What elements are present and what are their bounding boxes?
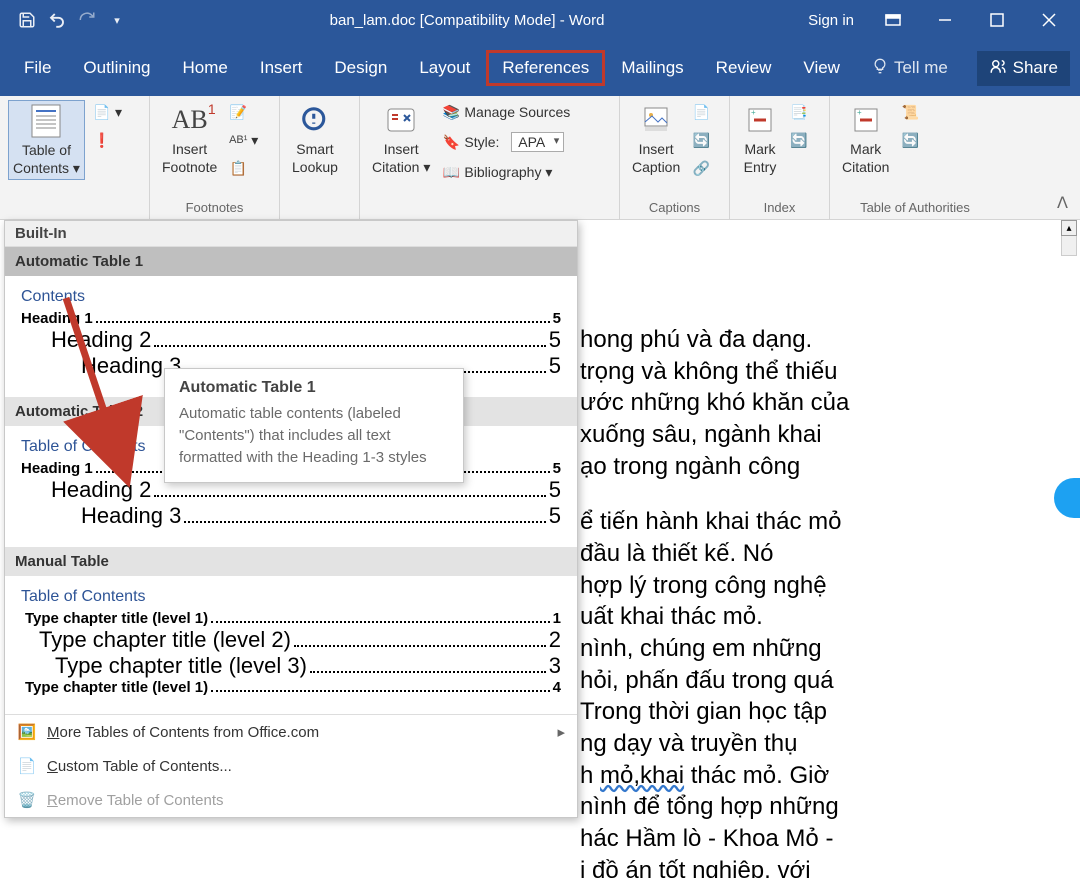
biblio-icon: 📖 xyxy=(442,163,460,181)
manage-sources-icon: 📚 xyxy=(442,103,460,121)
next-footnote-button[interactable]: AB¹▾ xyxy=(229,128,258,152)
tab-view[interactable]: View xyxy=(789,52,854,84)
lookup-icon xyxy=(297,102,333,138)
tab-home[interactable]: Home xyxy=(169,52,242,84)
toc-tooltip: Automatic Table 1 Automatic table conten… xyxy=(164,368,464,483)
show-notes-button[interactable]: 📋 xyxy=(229,156,258,180)
add-text-icon: 📄 xyxy=(93,103,111,121)
toc-gallery-header: Built-In xyxy=(5,221,577,247)
remove-toc-icon: 🗑️ xyxy=(17,790,37,810)
update-toa[interactable]: 🔄 xyxy=(901,128,919,152)
tab-review[interactable]: Review xyxy=(702,52,786,84)
insert-index[interactable]: 📑 xyxy=(790,100,808,124)
lightbulb-icon xyxy=(872,58,888,79)
mark-entry-icon: + xyxy=(742,102,778,138)
scroll-up-icon[interactable]: ▴ xyxy=(1061,220,1077,236)
add-text-button[interactable]: 📄▾ xyxy=(93,100,122,124)
insert-toa[interactable]: 📜 xyxy=(901,100,919,124)
ribbon-tabs: File Outlining Home Insert Design Layout… xyxy=(0,40,1080,96)
document-body[interactable]: hong phú và đa dạng. trọng và không thể … xyxy=(580,324,849,878)
citation-icon xyxy=(383,102,419,138)
insert-footnote-button[interactable]: AB1 Insert Footnote xyxy=(158,100,221,178)
toc-gallery-dropdown: Built-In Automatic Table 1 Contents Head… xyxy=(4,220,578,818)
insert-caption-button[interactable]: Insert Caption xyxy=(628,100,684,178)
toc-option-manual[interactable]: Manual Table xyxy=(5,547,577,576)
update-index[interactable]: 🔄 xyxy=(790,128,808,152)
notes-icon: 📋 xyxy=(229,159,247,177)
endnote-icon: 📝 xyxy=(229,103,247,121)
manage-sources-button[interactable]: 📚Manage Sources xyxy=(442,100,570,124)
more-toc-office[interactable]: 🖼️ More Tables of Contents from Office.c… xyxy=(5,715,577,749)
insert-endnote-button[interactable]: 📝 xyxy=(229,100,258,124)
ribbon-options-icon[interactable] xyxy=(870,0,916,40)
tab-references[interactable]: References xyxy=(488,52,603,84)
style-value[interactable]: APA xyxy=(511,132,564,152)
custom-toc[interactable]: 📄 Custom Table of Contents... xyxy=(5,749,577,783)
style-selector[interactable]: 🔖Style: APA xyxy=(442,130,570,154)
footnote-icon: AB1 xyxy=(172,102,208,138)
group-footnotes-label: Footnotes xyxy=(158,200,271,217)
toc-icon xyxy=(28,103,64,139)
collapse-ribbon-icon[interactable]: ᐱ xyxy=(1057,193,1068,213)
share-icon xyxy=(989,57,1007,80)
update-tof[interactable]: 🔄 xyxy=(692,128,710,152)
update-icon: ❗ xyxy=(93,131,111,149)
chevron-right-icon: ▸ xyxy=(557,723,565,741)
save-icon[interactable] xyxy=(18,11,36,29)
update-table-button[interactable]: ❗ xyxy=(93,128,122,152)
mark-entry-button[interactable]: + Mark Entry xyxy=(738,100,782,178)
office-icon: 🖼️ xyxy=(17,722,37,742)
custom-toc-icon: 📄 xyxy=(17,756,37,776)
svg-text:+: + xyxy=(857,108,862,117)
tab-tellme[interactable]: Tell me xyxy=(858,52,962,85)
caption-icon xyxy=(638,102,674,138)
tooltip-title: Automatic Table 1 xyxy=(179,379,449,397)
group-toc-label xyxy=(8,200,141,217)
table-of-contents-button[interactable]: Table of Contents ▾ xyxy=(8,100,85,180)
close-icon[interactable] xyxy=(1026,0,1072,40)
tab-outlining[interactable]: Outlining xyxy=(69,52,164,84)
insert-citation-button[interactable]: Insert Citation ▾ xyxy=(368,100,434,178)
share-label: Share xyxy=(1013,58,1058,78)
toc-option-auto1[interactable]: Automatic Table 1 xyxy=(5,247,577,276)
tab-design[interactable]: Design xyxy=(320,52,401,84)
tab-insert[interactable]: Insert xyxy=(246,52,317,84)
tab-layout[interactable]: Layout xyxy=(405,52,484,84)
remove-toc: 🗑️ Remove Table of Contents xyxy=(5,783,577,817)
bibliography-button[interactable]: 📖Bibliography ▾ xyxy=(442,160,570,184)
toc-preview-manual[interactable]: Table of Contents Type chapter title (le… xyxy=(13,582,569,704)
mark-citation-button[interactable]: + Mark Citation xyxy=(838,100,893,178)
vertical-scrollbar[interactable]: ▴ xyxy=(1060,220,1078,256)
qat-customize-icon[interactable]: ▾ xyxy=(108,11,126,29)
cross-ref[interactable]: 🔗 xyxy=(692,156,710,180)
smart-lookup-button[interactable]: Smart Lookup xyxy=(288,100,342,178)
ribbon: Table of Contents ▾ 📄▾ ❗ AB1 Insert Foot… xyxy=(0,96,1080,220)
signin-link[interactable]: Sign in xyxy=(808,12,854,29)
tooltip-body: Automatic table contents (labeled "Conte… xyxy=(179,403,449,468)
insert-tof[interactable]: 📄 xyxy=(692,100,710,124)
maximize-icon[interactable] xyxy=(974,0,1020,40)
tellme-label: Tell me xyxy=(894,58,948,78)
share-button[interactable]: Share xyxy=(977,51,1070,86)
toc-button-label: Table of Contents ▾ xyxy=(13,141,80,177)
redo-icon[interactable] xyxy=(78,11,96,29)
window-title: ban_lam.doc [Compatibility Mode] - Word xyxy=(126,12,808,29)
quick-access-toolbar: ▾ xyxy=(8,11,126,29)
svg-text:+: + xyxy=(751,108,756,117)
tab-mailings[interactable]: Mailings xyxy=(607,52,697,84)
undo-icon[interactable] xyxy=(48,11,66,29)
style-icon: 🔖 xyxy=(442,133,460,151)
toc-gallery-footer: 🖼️ More Tables of Contents from Office.c… xyxy=(5,714,577,817)
title-bar: ▾ ban_lam.doc [Compatibility Mode] - Wor… xyxy=(0,0,1080,40)
mark-citation-icon: + xyxy=(848,102,884,138)
tab-file[interactable]: File xyxy=(10,52,65,84)
minimize-icon[interactable] xyxy=(922,0,968,40)
